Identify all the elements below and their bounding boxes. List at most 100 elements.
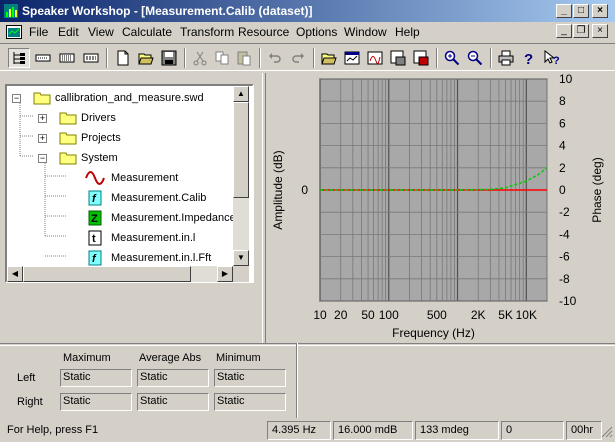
expand-icon[interactable]: +: [38, 113, 47, 123]
paste-button[interactable]: [233, 48, 255, 68]
redo-button[interactable]: [287, 48, 309, 68]
resize-grip-icon[interactable]: [601, 426, 613, 438]
y2-tick-label: 4: [559, 139, 566, 153]
graph-button[interactable]: [364, 48, 386, 68]
question-mark-icon: ?: [524, 51, 533, 66]
zoom-in-icon: [444, 50, 460, 66]
tree-item-measurement-in-l[interactable]: t Measurement.in.l: [85, 230, 195, 246]
tree-item-measurement-in-l-fft[interactable]: f Measurement.in.l.Fft: [85, 250, 211, 266]
y2-axis-label: Phase (deg): [590, 157, 604, 222]
tree-horizontal-scrollbar[interactable]: ◀ ▶: [7, 266, 233, 282]
frequency-dataset-icon: f: [88, 190, 102, 206]
maximize-button[interactable]: □: [573, 4, 589, 18]
tree-view[interactable]: − callibration_and_measure.swd + Drivers…: [5, 84, 254, 283]
scroll-down-icon[interactable]: ▼: [233, 250, 249, 266]
y2-tick-label: 8: [559, 94, 566, 108]
copy-icon: [215, 51, 229, 65]
menu-resource[interactable]: Resource: [238, 25, 289, 39]
tree-item-measurement-calib[interactable]: f Measurement.Calib: [85, 190, 206, 206]
tree-item-root[interactable]: − callibration_and_measure.swd: [12, 90, 204, 106]
menu-edit[interactable]: Edit: [58, 25, 79, 39]
collapse-icon[interactable]: −: [12, 93, 21, 103]
pane-splitter[interactable]: [262, 73, 266, 343]
printer-icon: [498, 50, 514, 66]
small-icons-button[interactable]: [32, 48, 54, 68]
chart-panel: 10 20 50 100 500 2K 5K 10K 10 8 6 4 2 0 -2 -4 -6 -8 -10 0…: [268, 72, 615, 343]
menu-transform[interactable]: Transform: [180, 25, 234, 39]
scroll-up-icon[interactable]: ▲: [233, 86, 249, 102]
signal-wave-icon: [85, 171, 105, 185]
open-resource-button[interactable]: [318, 48, 340, 68]
folder-icon: [59, 112, 77, 125]
frequency-dataset-icon: f: [88, 250, 102, 266]
y2-tick-label: -6: [559, 250, 570, 264]
scroll-left-icon[interactable]: ◀: [7, 266, 23, 282]
child-close-button[interactable]: ×: [592, 24, 608, 38]
undo-button[interactable]: [264, 48, 286, 68]
frequency-response-chart[interactable]: 10 20 50 100 500 2K 5K 10K 1086420-2-4-6-8-10 0…: [268, 72, 615, 343]
x-tick-label: 5K: [498, 308, 513, 322]
child-restore-button[interactable]: ❐: [573, 24, 589, 38]
tree-icon: [13, 52, 25, 64]
menu-calculate[interactable]: Calculate: [122, 25, 172, 39]
x-axis-label: Frequency (Hz): [392, 326, 475, 340]
child-minimize-button[interactable]: _: [556, 24, 572, 38]
close-button[interactable]: ×: [592, 4, 608, 18]
svg-text:t: t: [92, 233, 96, 245]
menu-view[interactable]: View: [88, 25, 114, 39]
x-tick-label: 20: [334, 308, 348, 322]
cut-button[interactable]: [189, 48, 211, 68]
copy-button[interactable]: [211, 48, 233, 68]
zoom-out-button[interactable]: [464, 48, 486, 68]
x-tick-label: 2K: [471, 308, 486, 322]
right-minimum-field: Static: [214, 393, 286, 411]
menu-file[interactable]: File: [29, 25, 48, 39]
status-help-text: For Help, press F1: [7, 424, 99, 436]
tree-item-system[interactable]: − System: [38, 150, 118, 166]
paste-clipboard-icon: [237, 51, 251, 66]
new-button[interactable]: [112, 48, 134, 68]
context-help-button[interactable]: ?: [541, 48, 563, 68]
details-button[interactable]: [80, 48, 102, 68]
scroll-thumb[interactable]: [233, 102, 249, 198]
svg-text:?: ?: [524, 51, 533, 66]
status-amplitude: 16.000 mdB: [333, 421, 413, 440]
y2-tick-label: -10: [559, 294, 577, 308]
save-chart-icon: [390, 50, 406, 66]
header-average-abs: Average Abs: [139, 352, 202, 364]
open-button[interactable]: [135, 48, 157, 68]
right-maximum-field: Static: [60, 393, 132, 411]
save-button[interactable]: [158, 48, 180, 68]
print-button[interactable]: [495, 48, 517, 68]
delete-chart-button[interactable]: [410, 48, 432, 68]
scroll-right-icon[interactable]: ▶: [217, 266, 233, 282]
tree-item-drivers[interactable]: + Drivers: [38, 110, 116, 126]
document-menu-icon[interactable]: [6, 25, 22, 39]
menu-window[interactable]: Window: [344, 25, 387, 39]
expand-icon[interactable]: +: [38, 133, 47, 143]
minimize-button[interactable]: _: [556, 4, 572, 18]
scissors-icon: [193, 51, 207, 66]
chart-window-button[interactable]: [341, 48, 363, 68]
svg-text:Z: Z: [91, 213, 98, 225]
y-axis-label: Amplitude (dB): [271, 150, 285, 229]
menu-options[interactable]: Options: [296, 25, 337, 39]
tree-item-projects[interactable]: + Projects: [38, 130, 121, 146]
collapse-icon[interactable]: −: [38, 153, 47, 163]
tree-vertical-scrollbar[interactable]: ▲ ▼: [233, 86, 249, 266]
time-dataset-icon: t: [88, 230, 102, 246]
y-tick-labels: 0: [301, 183, 308, 197]
scroll-thumb[interactable]: [23, 266, 191, 282]
tree-item-measurement[interactable]: Measurement: [85, 170, 178, 186]
list-button[interactable]: [56, 48, 78, 68]
scroll-corner: [233, 266, 249, 282]
y2-tick-label: 10: [559, 73, 573, 86]
menu-help[interactable]: Help: [395, 25, 420, 39]
tree-item-measurement-impedance[interactable]: Z Measurement.Impedance: [85, 210, 236, 226]
about-button[interactable]: ?: [518, 48, 540, 68]
y2-tick-label: 2: [559, 161, 566, 175]
tree-view-button[interactable]: [8, 48, 30, 68]
undo-icon: [269, 53, 281, 63]
zoom-in-button[interactable]: [441, 48, 463, 68]
save-chart-button[interactable]: [387, 48, 409, 68]
